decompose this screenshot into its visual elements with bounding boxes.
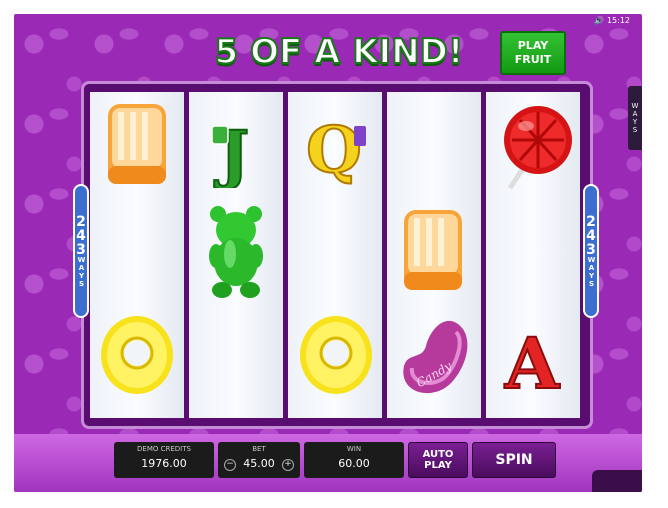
game-frame: 🔊 15:12 5 OF A KIND! PLAY FRUIT J Q Cand…	[14, 14, 642, 492]
bet-increase-button[interactable]: +	[282, 459, 294, 471]
ways-badge-left: 243 WAYS	[73, 184, 89, 318]
ways-badge-right: 243 WAYS	[583, 184, 599, 318]
green-gummy-bear-icon	[209, 206, 263, 298]
autoplay-label: AUTO PLAY	[422, 449, 454, 471]
red-lollipop-icon	[504, 106, 572, 190]
credits-panel: DEMO CREDITS 1976.00	[114, 442, 214, 478]
ways-label-right: WAYS	[587, 256, 596, 288]
ways-count-right: 243	[583, 214, 599, 256]
ace-card-icon: A	[503, 321, 562, 398]
credits-value: 1976.00	[141, 457, 187, 470]
spin-label: SPIN	[495, 452, 533, 468]
bet-label: BET	[252, 445, 266, 453]
svg-text:Q: Q	[306, 113, 362, 186]
win-panel: WIN 60.00	[304, 442, 404, 478]
credits-label: DEMO CREDITS	[137, 445, 191, 453]
jack-card-icon: J	[211, 116, 250, 188]
yellow-ring-icon	[300, 316, 372, 394]
ways-label-left: WAYS	[77, 256, 86, 288]
sound-icon[interactable]: 🔊	[594, 16, 604, 25]
status-bar: 🔊 15:12	[594, 16, 630, 25]
spin-button[interactable]: SPIN	[472, 442, 556, 478]
ways-side-tab-label: WAYS	[631, 102, 639, 134]
win-label: WIN	[346, 445, 362, 453]
ways-count-left: 243	[73, 214, 89, 256]
bet-decrease-button[interactable]: −	[224, 459, 236, 471]
orange-jelly-icon	[108, 104, 166, 184]
svg-text:A: A	[504, 322, 561, 398]
play-fruit-button[interactable]: PLAY FRUIT	[500, 31, 566, 75]
orange-jelly-icon	[404, 210, 462, 290]
yellow-ring-icon	[101, 316, 173, 394]
win-banner-title: 5 OF A KIND!	[214, 31, 465, 73]
ways-side-tab[interactable]: WAYS	[628, 86, 642, 150]
autoplay-button[interactable]: AUTO PLAY	[408, 442, 468, 478]
queen-card-icon: Q	[305, 112, 366, 186]
pink-jellybean-icon: Candy	[403, 320, 468, 394]
clock-label: 15:12	[606, 16, 630, 25]
play-fruit-label: PLAY FRUIT	[514, 39, 552, 66]
bet-panel: BET 45.00 − +	[218, 442, 300, 478]
menu-corner-tab[interactable]	[592, 470, 642, 492]
win-value: 60.00	[338, 457, 370, 470]
